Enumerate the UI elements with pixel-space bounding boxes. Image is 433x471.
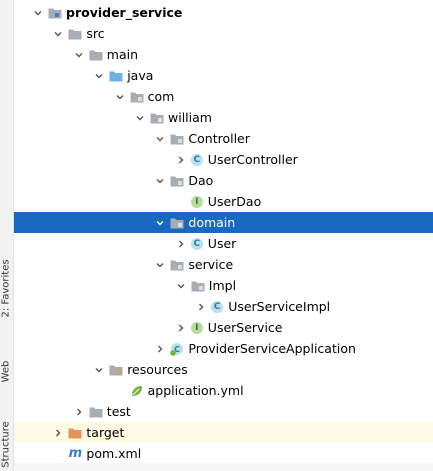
tree-node-java[interactable]: java <box>14 65 433 86</box>
tree-node-label: application.yml <box>147 383 244 398</box>
tree-node-target[interactable]: target <box>14 422 433 443</box>
tree-node-service[interactable]: service <box>14 254 433 275</box>
tree-node-label: william <box>168 110 212 125</box>
tree-node-test[interactable]: test <box>14 401 433 422</box>
tree-node-label: java <box>127 68 154 83</box>
tree-node-label: src <box>86 26 105 41</box>
tree-node-label: target <box>86 425 125 440</box>
expand-arrow-icon[interactable] <box>134 107 146 128</box>
package-icon <box>170 132 184 146</box>
favorites-tab[interactable]: 2: Favorites <box>0 259 13 317</box>
spring-config-icon <box>130 384 144 398</box>
folder-icon <box>89 48 103 62</box>
tree-node-pom-xml[interactable]: m pom.xml <box>14 443 433 464</box>
expand-arrow-icon[interactable] <box>154 254 166 275</box>
tree-node-dao[interactable]: Dao <box>14 170 433 191</box>
tree-node-label: UserService <box>207 320 283 335</box>
folder-icon <box>89 405 103 419</box>
module-folder-icon <box>48 6 62 20</box>
tree-node-label: domain <box>188 215 236 230</box>
tree-node-label: test <box>106 404 131 419</box>
collapse-arrow-icon[interactable] <box>52 422 64 443</box>
folder-icon <box>68 27 82 41</box>
excluded-folder-icon <box>68 426 82 440</box>
tree-node-label: UserDao <box>207 194 262 209</box>
tree-node-userdao[interactable]: I UserDao <box>14 191 433 212</box>
package-icon <box>150 111 164 125</box>
tree-node-main[interactable]: main <box>14 44 433 65</box>
spring-boot-class-icon: C <box>170 342 184 356</box>
class-icon: C <box>211 300 224 313</box>
tree-node-label: pom.xml <box>86 446 142 461</box>
tree-node-label: com <box>147 89 175 104</box>
interface-icon: I <box>190 321 203 334</box>
tree-node-label: UserServiceImpl <box>228 299 331 314</box>
collapse-arrow-icon[interactable] <box>73 401 85 422</box>
resources-folder-icon <box>109 363 123 377</box>
expand-arrow-icon[interactable] <box>114 86 126 107</box>
structure-tab[interactable]: Structure <box>0 417 13 471</box>
expand-arrow-icon[interactable] <box>73 44 85 65</box>
class-icon: C <box>190 237 203 250</box>
tree-node-controller[interactable]: Controller <box>14 128 433 149</box>
tree-node-com[interactable]: com <box>14 86 433 107</box>
collapse-arrow-icon[interactable] <box>154 338 166 359</box>
tree-node-user[interactable]: C User <box>14 233 433 254</box>
tree-node-label: provider_service <box>66 5 183 20</box>
collapse-arrow-icon[interactable] <box>195 296 207 317</box>
expand-arrow-icon[interactable] <box>175 275 187 296</box>
expand-arrow-icon[interactable] <box>154 170 166 191</box>
package-icon <box>170 258 184 272</box>
tree-node-label: service <box>188 257 234 272</box>
tree-node-domain[interactable]: domain <box>14 212 433 233</box>
expand-arrow-icon[interactable] <box>52 23 64 44</box>
expand-arrow-icon[interactable] <box>154 128 166 149</box>
tree-node-providerserviceapplication[interactable]: C ProviderServiceApplication <box>14 338 433 359</box>
tree-node-label: main <box>106 47 139 62</box>
expand-arrow-icon[interactable] <box>93 65 105 86</box>
tree-node-usercontroller[interactable]: C UserController <box>14 149 433 170</box>
source-folder-icon <box>109 69 123 83</box>
no-arrow <box>114 380 126 401</box>
tree-node-resources[interactable]: resources <box>14 359 433 380</box>
tree-node-userservice[interactable]: I UserService <box>14 317 433 338</box>
package-icon <box>130 90 144 104</box>
collapse-arrow-icon[interactable] <box>175 149 187 170</box>
project-tree: provider_servicesrc main java com william Con… <box>14 0 433 471</box>
expand-arrow-icon[interactable] <box>32 2 44 23</box>
tree-node-src[interactable]: src <box>14 23 433 44</box>
no-arrow <box>52 443 64 464</box>
tree-node-william[interactable]: william <box>14 107 433 128</box>
expand-arrow-icon[interactable] <box>154 212 166 233</box>
package-icon <box>191 279 205 293</box>
tree-node-application-yml[interactable]: application.yml <box>14 380 433 401</box>
tree-node-impl[interactable]: Impl <box>14 275 433 296</box>
tree-node-label: ProviderServiceApplication <box>188 341 356 356</box>
tree-node-label: Dao <box>188 173 214 188</box>
interface-icon: I <box>190 195 203 208</box>
tree-node-label: Controller <box>188 131 250 146</box>
tree-node-provider-service[interactable]: provider_service <box>14 2 433 23</box>
tree-node-label: Impl <box>208 278 237 293</box>
tree-node-userserviceimpl[interactable]: C UserServiceImpl <box>14 296 433 317</box>
collapse-arrow-icon[interactable] <box>175 317 187 338</box>
class-icon: C <box>190 153 203 166</box>
expand-arrow-icon[interactable] <box>93 359 105 380</box>
tree-node-label: UserController <box>207 152 298 167</box>
tree-node-label: resources <box>127 362 188 377</box>
web-tab[interactable]: Web <box>0 344 13 400</box>
left-tool-window-bar: 2: Favorites Web Structure <box>0 0 14 471</box>
tree-bottom-edge <box>14 463 433 471</box>
maven-icon: m <box>68 446 83 461</box>
collapse-arrow-icon[interactable] <box>175 233 187 254</box>
tree-node-label: User <box>207 236 237 251</box>
package-icon <box>170 216 184 230</box>
no-arrow <box>175 191 187 212</box>
package-icon <box>170 174 184 188</box>
